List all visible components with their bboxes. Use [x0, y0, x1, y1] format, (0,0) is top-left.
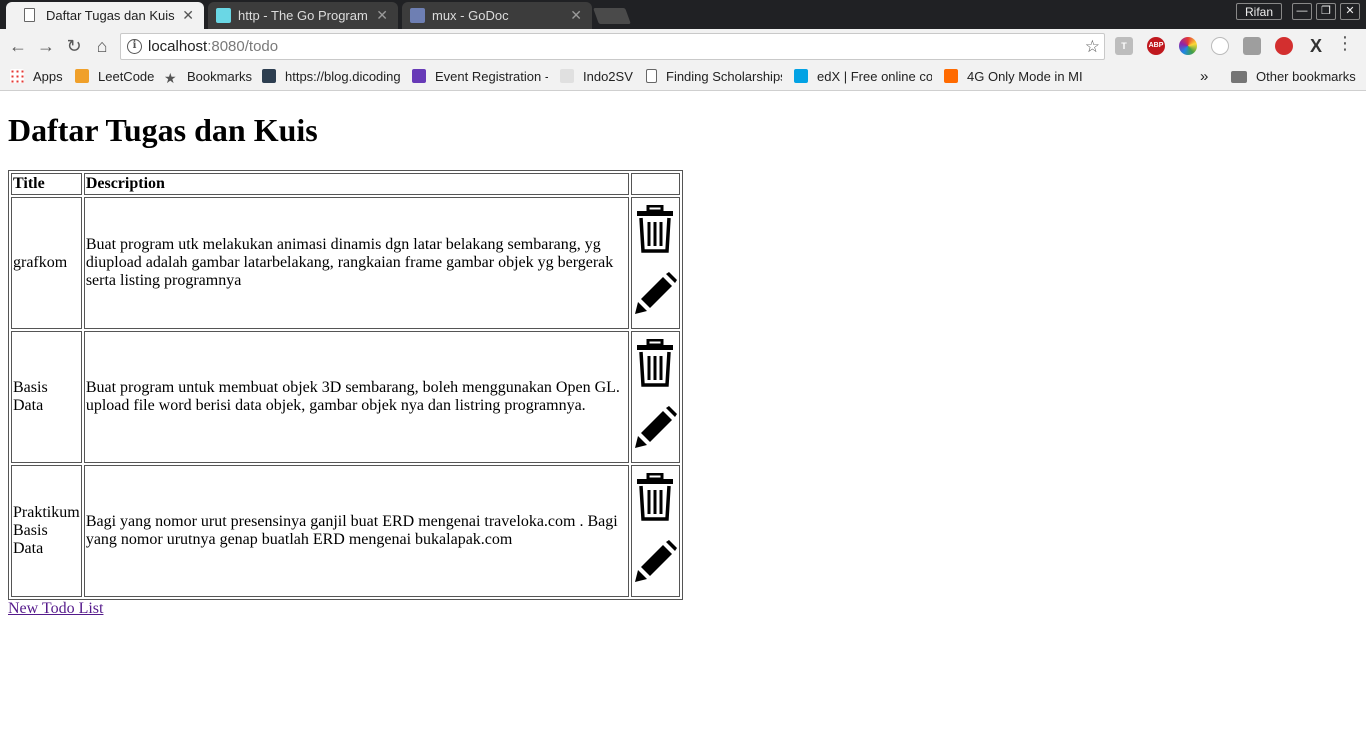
todo-table: Title Description grafkom Buat program u… — [8, 170, 683, 600]
color-picker-icon[interactable] — [1179, 37, 1197, 55]
tab-daftar-tugas[interactable]: Daftar Tugas dan Kuis ✕ — [6, 2, 204, 29]
bookmark-bookmarks[interactable]: ★ Bookmarks — [164, 63, 252, 91]
pencil-icon — [635, 406, 678, 448]
trash-icon — [637, 472, 674, 521]
bookmark-leetcode[interactable]: LeetCode — [75, 63, 154, 91]
folder-icon — [1231, 71, 1247, 83]
miui-icon — [944, 69, 958, 83]
restore-icon[interactable]: ❐ — [1316, 3, 1336, 20]
home-icon[interactable]: ⌂ — [90, 34, 114, 58]
reload-icon[interactable]: ↻ — [62, 34, 86, 58]
address-bar[interactable]: i localhost:8080/todo ☆ — [120, 33, 1105, 60]
todo-title: Praktikum Basis Data — [11, 465, 82, 597]
close-icon[interactable]: ✕ — [182, 2, 194, 29]
todo-actions — [630, 331, 680, 463]
bookmarks-bar: Apps LeetCode ★ Bookmarks https://blog.di… — [0, 63, 1366, 91]
tab-go-http[interactable]: http - The Go Programm ✕ — [208, 2, 398, 29]
bookmark-edx[interactable]: edX | Free online co — [794, 63, 932, 91]
forms-icon — [412, 69, 426, 83]
page-icon — [24, 8, 35, 22]
extension-x-icon[interactable]: X — [1307, 37, 1325, 55]
indo2sv-icon — [560, 69, 574, 83]
close-icon[interactable]: ✕ — [570, 2, 582, 29]
info-icon[interactable]: i — [127, 39, 142, 54]
new-tab-button[interactable] — [593, 8, 631, 24]
browser-toolbar: ← → ↻ ⌂ i localhost:8080/todo ☆ T ABP X … — [0, 29, 1366, 63]
other-bookmarks[interactable]: Other bookmarks — [1231, 63, 1356, 91]
column-header-title: Title — [11, 173, 82, 195]
delete-button[interactable] — [636, 204, 674, 258]
bookmarks-overflow-button[interactable]: » — [1200, 63, 1208, 91]
edit-button[interactable] — [633, 406, 678, 455]
bookmark-apps[interactable]: Apps — [10, 63, 63, 91]
page-content: Daftar Tugas dan Kuis Title Description … — [0, 91, 1366, 626]
column-header-description: Description — [83, 173, 629, 195]
star-icon: ★ — [164, 70, 177, 86]
gopher-icon — [216, 8, 231, 23]
table-row: Basis Data Buat program untuk membuat ob… — [11, 331, 680, 463]
delete-button[interactable] — [636, 338, 674, 392]
todo-actions — [630, 465, 680, 597]
extension-circle-icon[interactable] — [1211, 37, 1229, 55]
bookmark-finding-scholarships[interactable]: Finding Scholarships — [646, 63, 782, 91]
trash-icon — [637, 204, 674, 253]
page-icon — [646, 69, 657, 83]
todo-title: Basis Data — [11, 331, 82, 463]
page-title: Daftar Tugas dan Kuis — [8, 112, 318, 148]
bookmark-indo2sv[interactable]: Indo2SV — [560, 63, 633, 91]
back-icon[interactable]: ← — [6, 34, 30, 58]
table-header-row: Title Description — [11, 173, 680, 195]
tab-mux-godoc[interactable]: mux - GoDoc ✕ — [402, 2, 592, 29]
close-window-icon[interactable]: ✕ — [1340, 3, 1360, 20]
bookmark-star-icon[interactable]: ☆ — [1085, 34, 1100, 59]
extension-box-icon[interactable] — [1243, 37, 1261, 55]
url-text: localhost:8080/todo — [148, 38, 279, 55]
table-row: Praktikum Basis Data Bagi yang nomor uru… — [11, 465, 680, 597]
todo-actions — [630, 197, 680, 329]
apps-grid-icon — [10, 69, 24, 83]
new-todo-link[interactable]: New Todo List — [8, 600, 103, 617]
tab-strip: Daftar Tugas dan Kuis ✕ http - The Go Pr… — [0, 0, 1366, 29]
edit-button[interactable] — [633, 540, 678, 589]
bookmark-event-registration[interactable]: Event Registration - ( — [412, 63, 548, 91]
window-controls: Rifan — ❐ ✕ — [1235, 3, 1360, 20]
godoc-icon — [410, 8, 425, 23]
dicoding-icon — [262, 69, 276, 83]
pinterest-icon[interactable] — [1275, 37, 1293, 55]
todo-title: grafkom — [11, 197, 82, 329]
column-header-actions — [630, 173, 680, 195]
extension-t-icon[interactable]: T — [1115, 37, 1133, 55]
bookmark-dicoding[interactable]: https://blog.dicoding — [262, 63, 400, 91]
menu-icon[interactable]: ⋮ — [1336, 33, 1354, 54]
todo-description: Buat program utk melakukan animasi dinam… — [83, 197, 629, 329]
edx-icon — [794, 69, 808, 83]
edit-button[interactable] — [633, 272, 678, 321]
tab-label: http - The Go Programm — [238, 8, 368, 23]
trash-icon — [637, 338, 674, 387]
table-row: grafkom Buat program utk melakukan anima… — [11, 197, 680, 329]
pencil-icon — [635, 540, 678, 582]
adblock-plus-icon[interactable]: ABP — [1147, 37, 1165, 55]
todo-description: Bagi yang nomor urut presensinya ganjil … — [83, 465, 629, 597]
minimize-icon[interactable]: — — [1292, 3, 1312, 20]
leetcode-icon — [75, 69, 89, 83]
profile-button[interactable]: Rifan — [1235, 3, 1282, 20]
pencil-icon — [635, 272, 678, 314]
delete-button[interactable] — [636, 472, 674, 526]
forward-icon[interactable]: → — [34, 34, 58, 58]
close-icon[interactable]: ✕ — [376, 2, 388, 29]
tab-label: mux - GoDoc — [432, 8, 509, 23]
tab-label: Daftar Tugas dan Kuis — [46, 8, 175, 23]
todo-description: Buat program untuk membuat objek 3D semb… — [83, 331, 629, 463]
bookmark-miui[interactable]: 4G Only Mode in MIUI — [944, 63, 1082, 91]
